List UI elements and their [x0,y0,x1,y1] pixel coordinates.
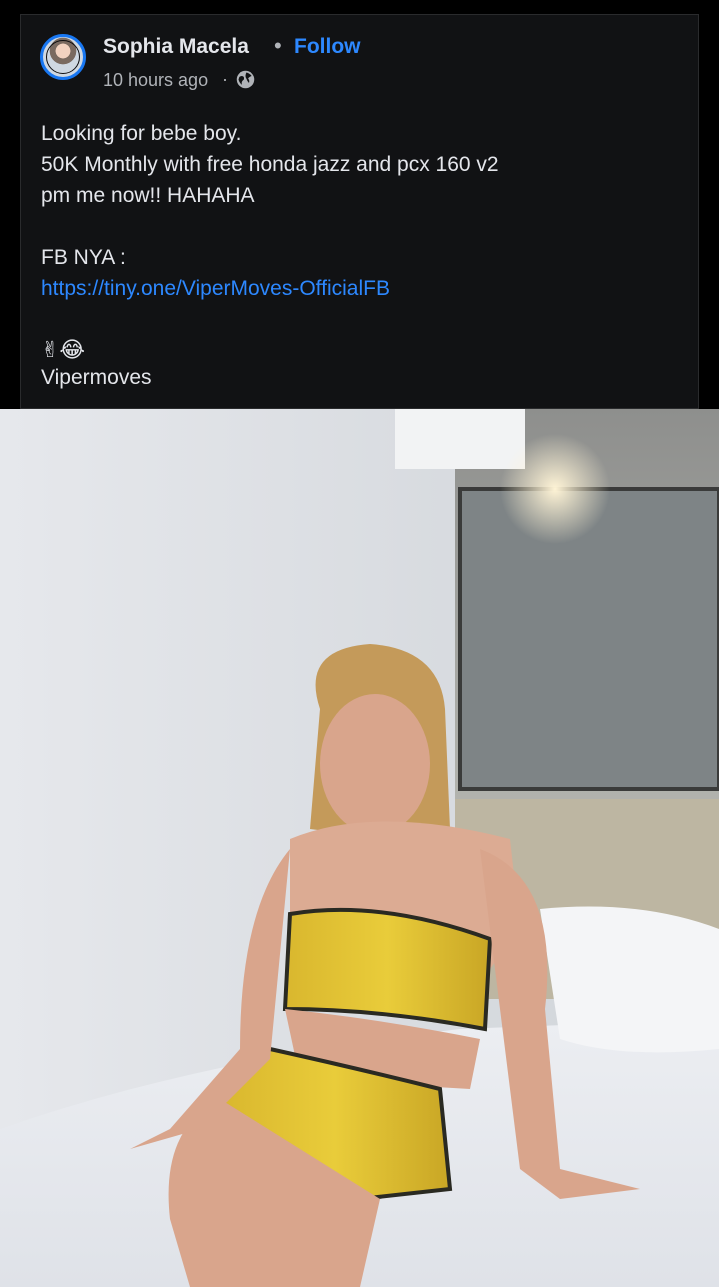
avatar-ring [46,40,80,74]
author-avatar[interactable] [40,34,86,80]
photo-light [500,434,610,544]
post-line-2: 50K Monthly with free honda jazz and pcx… [41,153,499,176]
post-link[interactable]: https://tiny.one/ViperMoves-OfficialFB [41,273,681,304]
photo-top [282,907,493,1032]
globe-icon[interactable] [235,69,256,90]
follow-button[interactable]: Follow [294,35,361,59]
post-line-3: pm me now!! HAHAHA [41,184,255,207]
photo-face [320,694,430,834]
photo-aircon [395,409,525,469]
post-timestamp[interactable]: 10 hours ago [103,70,208,91]
post-body: Looking for bebe boy. 50K Monthly with f… [41,118,681,304]
photo-pillow [540,906,719,1053]
signature-text: Vipermoves [41,366,152,389]
name-follow-separator: • [274,33,282,58]
fb-label: FB NYA : [41,246,126,269]
author-name[interactable]: Sophia Macela [103,35,249,59]
post-photo[interactable] [0,409,719,1287]
post-card: Sophia Macela • Follow 10 hours ago · Lo… [20,14,699,409]
timestamp-separator: · [222,69,228,89]
emoji-row: ✌😂 [41,338,86,363]
photo-window [458,487,719,791]
post-line-1: Looking for bebe boy. [41,122,242,145]
